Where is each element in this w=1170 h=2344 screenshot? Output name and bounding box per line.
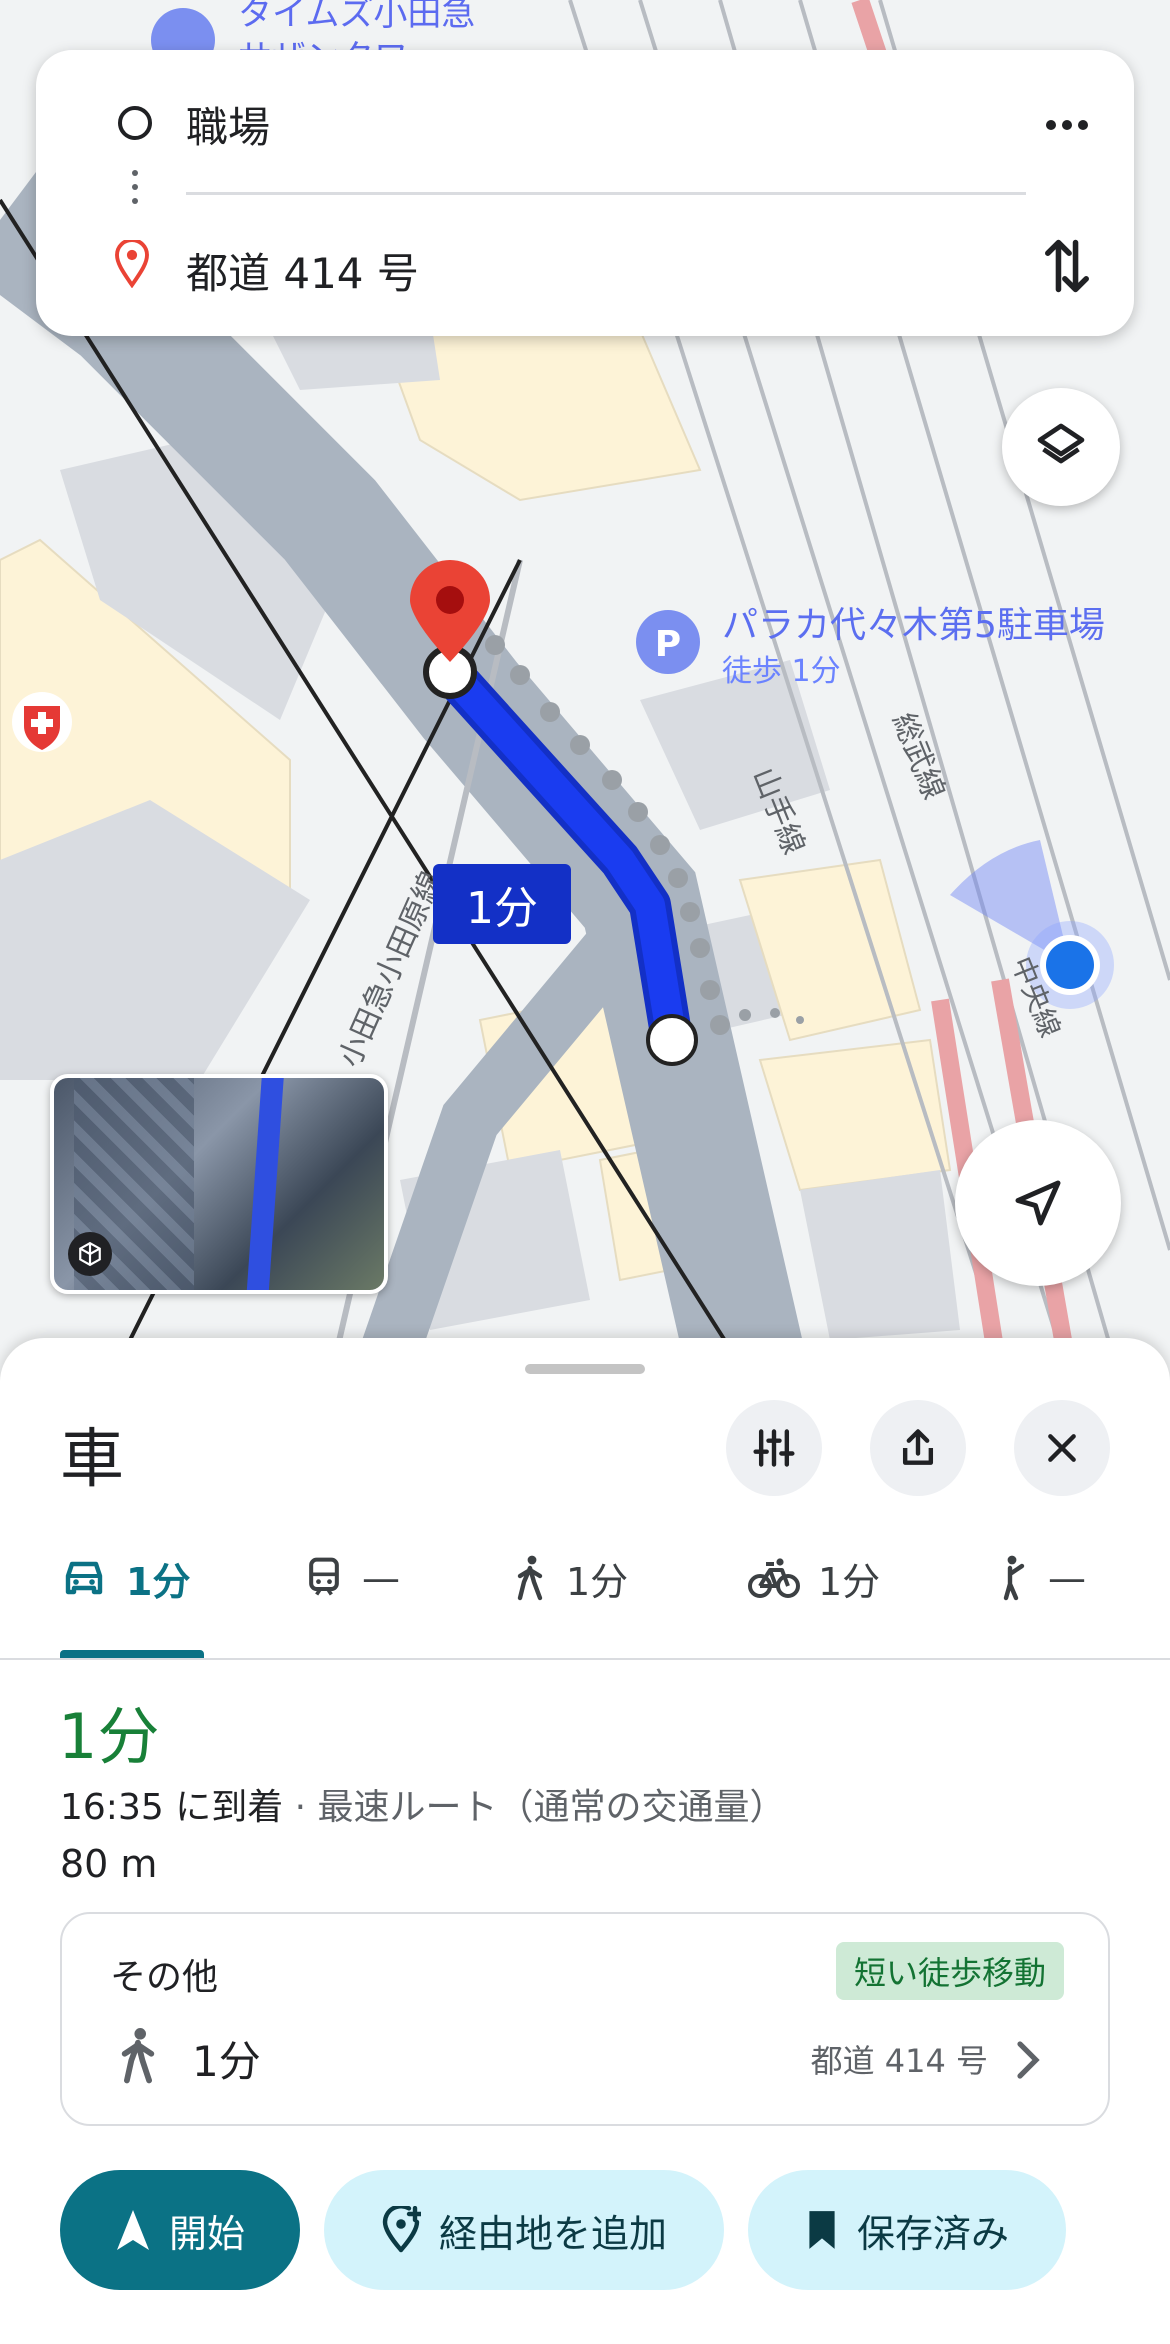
3d-cube-icon xyxy=(68,1232,112,1276)
car-icon xyxy=(65,1561,103,1595)
street-view-thumbnail[interactable] xyxy=(50,1074,388,1294)
drag-handle[interactable] xyxy=(525,1364,645,1374)
arrival-line: 16:35 に到着 · 最速ルート（通常の交通量） xyxy=(60,1778,786,1830)
save-button-label: 保存済み xyxy=(856,2211,1009,2256)
swap-arrows-icon xyxy=(1045,239,1089,293)
tab-bicycle-label: 1分 xyxy=(818,1559,881,1604)
add-stop-label: 経由地を追加 xyxy=(438,2211,667,2256)
navigation-arrow-icon xyxy=(1015,1180,1061,1226)
add-location-icon xyxy=(382,2206,421,2253)
walk-time: 1分 xyxy=(192,2037,261,2086)
tab-ride[interactable]: — xyxy=(994,1548,1086,1608)
short-walk-badge: 短い徒歩移動 xyxy=(835,1942,1064,2000)
tab-walk-label: 1分 xyxy=(566,1559,629,1604)
layers-button[interactable] xyxy=(1002,388,1120,506)
origin-circle-icon xyxy=(118,106,152,140)
close-button[interactable] xyxy=(1014,1400,1110,1496)
start-button[interactable]: 開始 xyxy=(60,2170,300,2290)
route-time-badge[interactable]: 1分 xyxy=(433,864,571,944)
save-button[interactable]: 保存済み xyxy=(748,2170,1066,2290)
route-description: · 最速ルート（通常の交通量） xyxy=(283,1787,786,1828)
ride-icon xyxy=(1003,1555,1025,1601)
tab-car-label: 1分 xyxy=(126,1559,191,1604)
route-distance: 80 m xyxy=(60,1842,158,1886)
other-title: その他 xyxy=(110,1957,219,1998)
tabs-divider xyxy=(0,1658,1170,1660)
tab-transit[interactable]: — xyxy=(304,1548,400,1608)
destination-pin-icon xyxy=(115,240,149,288)
bookmark-icon xyxy=(809,2211,835,2249)
tab-car[interactable]: 1分 xyxy=(60,1548,190,1608)
sliders-icon xyxy=(753,1429,795,1467)
more-dots-icon xyxy=(1046,120,1088,130)
share-button[interactable] xyxy=(870,1400,966,1496)
route-time-badge-text: 1分 xyxy=(466,883,538,934)
parking-name-label[interactable]: パラカ代々木第5駐車場 xyxy=(722,596,1105,648)
my-location-button[interactable] xyxy=(955,1120,1121,1286)
bicycle-icon xyxy=(748,1558,800,1598)
share-icon xyxy=(902,1429,934,1465)
arrival-time: 16:35 に到着 xyxy=(60,1787,284,1828)
train-icon xyxy=(309,1557,339,1596)
tab-transit-label: — xyxy=(362,1556,400,1600)
active-tab-indicator xyxy=(60,1650,204,1658)
layers-icon xyxy=(1037,423,1085,464)
more-options-button[interactable] xyxy=(1032,100,1102,150)
route-dots xyxy=(132,170,138,204)
mode-title: 車 xyxy=(60,1423,124,1497)
other-options-card[interactable]: その他 短い徒歩移動 1分 都道 414 号 xyxy=(60,1912,1110,2126)
tab-walk[interactable]: 1分 xyxy=(512,1548,628,1608)
add-stop-button[interactable]: 経由地を追加 xyxy=(324,2170,724,2290)
start-button-label: 開始 xyxy=(168,2211,245,2256)
field-divider xyxy=(186,192,1026,195)
destination-field[interactable]: 都道 414 号 xyxy=(186,240,419,301)
walk-icon xyxy=(517,1555,543,1601)
walk-destination: 都道 414 号 xyxy=(810,2042,988,2080)
navigation-icon xyxy=(116,2210,149,2250)
chevron-right-icon xyxy=(1017,2041,1040,2079)
route-input-card: 職場 都道 414 号 xyxy=(36,50,1134,336)
parking-icon[interactable]: P xyxy=(636,612,700,676)
swap-button[interactable] xyxy=(1032,226,1102,306)
parking-walk-label: 徒歩 1分 xyxy=(722,654,841,689)
close-icon xyxy=(1048,1434,1076,1462)
tab-bicycle[interactable]: 1分 xyxy=(748,1548,880,1608)
walk-icon-other xyxy=(121,2028,155,2084)
directions-sheet: 車 1分 — 1分 1分 — 1分 16:35 に到着 · 最速ルート（通常の交… xyxy=(0,1338,1170,2344)
route-duration: 1分 xyxy=(58,1700,160,1773)
origin-field[interactable]: 職場 xyxy=(186,94,270,155)
route-options-button[interactable] xyxy=(726,1400,822,1496)
tab-ride-label: — xyxy=(1048,1556,1086,1600)
